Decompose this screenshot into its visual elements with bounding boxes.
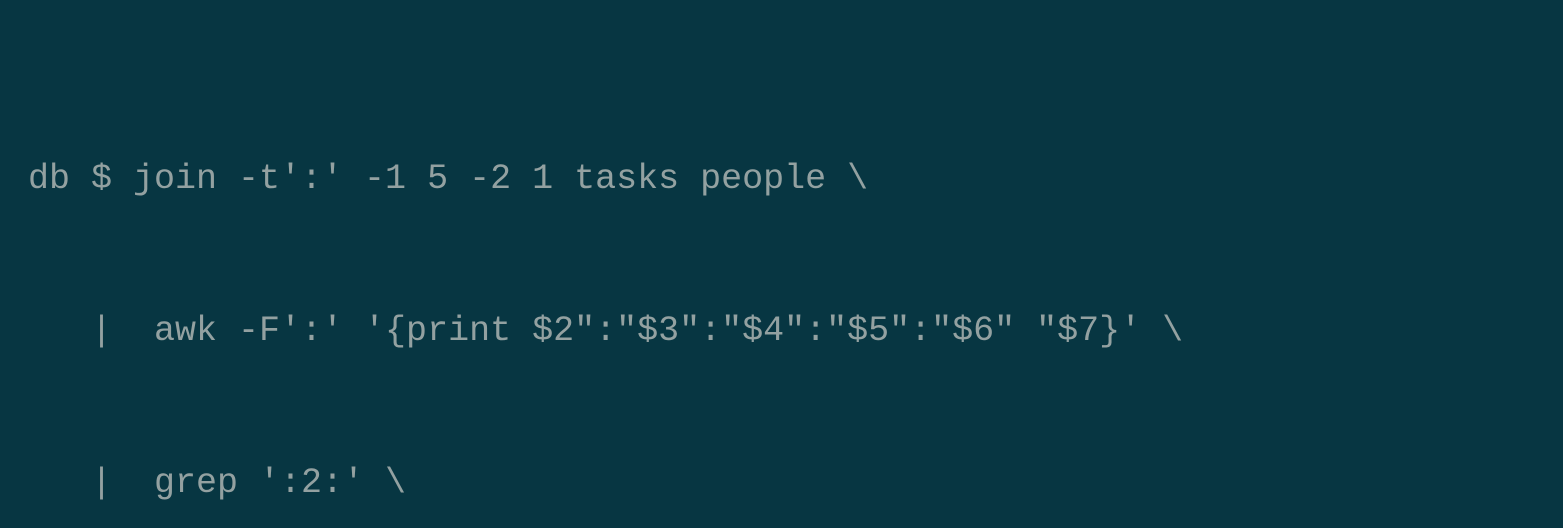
terminal-line: db $ join -t':' -1 5 -2 1 tasks people \	[28, 154, 1535, 205]
terminal-line: | awk -F':' '{print $2":"$3":"$4":"$5":"…	[28, 306, 1535, 357]
terminal-window[interactable]: db $ join -t':' -1 5 -2 1 tasks people \…	[0, 0, 1563, 528]
terminal-line: | grep ':2:' \	[28, 458, 1535, 509]
